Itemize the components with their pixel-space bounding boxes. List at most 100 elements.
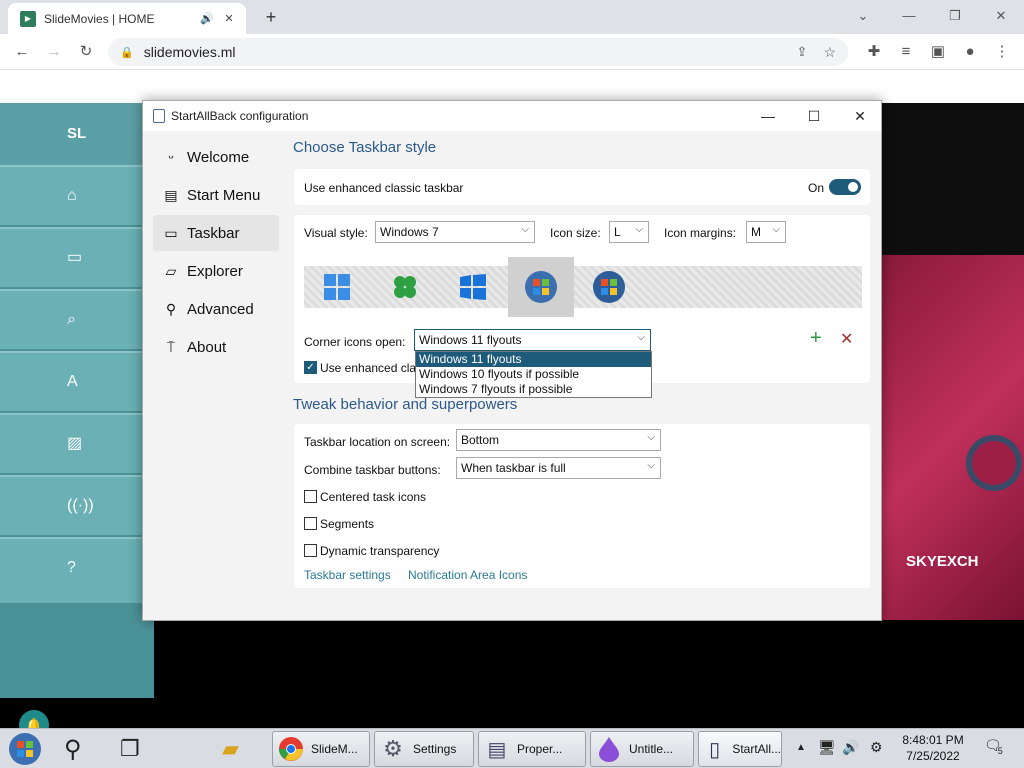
network-icon[interactable]: 🖥 [818, 739, 836, 756]
location-select[interactable]: Bottom ⌵ [456, 429, 661, 451]
task-view-icon[interactable]: ❐ [120, 731, 160, 767]
start-button[interactable] [8, 731, 48, 767]
corner-icons-select[interactable]: Windows 11 flyouts ⌵ [414, 329, 651, 351]
notification-center-icon[interactable]: 🗨5 [984, 737, 1007, 756]
icon-size-label: Icon size: [550, 226, 601, 240]
smile-icon: ᵕ [168, 149, 174, 165]
close-browser-button[interactable]: ✕ [990, 6, 1012, 26]
style-preview-strip [304, 257, 862, 317]
forward-icon[interactable]: → [44, 42, 64, 62]
dialog-title: StartAllBack configuration [171, 109, 309, 123]
dialog-maximize-button[interactable]: ☐ [791, 101, 837, 131]
settings-tray-icon[interactable]: ⚙ [870, 739, 883, 756]
new-tab-button[interactable]: + [260, 6, 282, 28]
startallback-button-label: StartAll... [732, 742, 781, 756]
transparency-label: Dynamic transparency [320, 544, 440, 558]
site-nav-home[interactable]: ⌂ [0, 165, 154, 225]
visual-style-select[interactable]: Windows 7 ⌵ [375, 221, 535, 243]
settings-button-label: Settings [413, 742, 457, 756]
reload-icon[interactable]: ↻ [76, 42, 96, 62]
file-explorer-icon[interactable]: ▰ [222, 731, 262, 767]
segments-checkbox[interactable] [304, 517, 317, 530]
notification-icons-link[interactable]: Notification Area Icons [408, 568, 527, 582]
tray-overflow-icon[interactable]: ▲ [796, 742, 806, 753]
option-windows7[interactable]: Windows 7 flyouts if possible [416, 382, 651, 397]
site-nav-search[interactable]: ⌕ [0, 289, 154, 349]
windows11-style-icon[interactable] [304, 257, 370, 317]
app-icon [153, 109, 165, 123]
video-frame[interactable]: SKYEXCH [882, 103, 1024, 620]
chevron-down-icon: ⌵ [772, 224, 780, 235]
taskbar-properties-button[interactable]: ▤ Proper... [478, 731, 586, 767]
close-tab-icon[interactable]: ✕ [220, 12, 238, 25]
nav-start-menu[interactable]: ▤ Start Menu [153, 177, 279, 213]
nav-taskbar[interactable]: ▭ Taskbar [153, 215, 279, 251]
option-windows11[interactable]: Windows 11 flyouts [416, 352, 651, 367]
enhanced-taskbar-label: Use enhanced classic taskbar [304, 181, 464, 195]
video-topbar [882, 103, 1024, 255]
site-nav-tv[interactable]: ▭ [0, 227, 154, 287]
volume-icon[interactable]: 🔊 [842, 739, 859, 756]
minimize-browser-button[interactable]: — [898, 6, 920, 26]
combine-select[interactable]: When taskbar is full ⌵ [456, 457, 661, 479]
remove-icon[interactable]: ✕ [840, 329, 853, 349]
bookmark-star-icon[interactable]: ☆ [823, 44, 836, 61]
tab-title: SlideMovies | HOME [44, 11, 155, 26]
site-nav-help[interactable]: ? [0, 537, 154, 603]
menu-icon[interactable]: ⋮ [992, 42, 1012, 62]
back-icon[interactable]: ← [12, 42, 32, 62]
dialog-close-button[interactable]: ✕ [837, 101, 883, 131]
tab-search-icon[interactable]: ⌄ [852, 6, 874, 26]
enhanced-class-label: Use enhanced clas [320, 361, 423, 375]
windows-taskbar: ⚲ ❐ ▰ SlideM... ⚙ Settings ▤ Proper... Unt… [0, 728, 1024, 768]
clover-style-icon[interactable] [372, 257, 438, 317]
site-nav-a[interactable]: A [0, 351, 154, 411]
media-icon[interactable]: ≡ [896, 42, 916, 62]
video-brand: SKYEXCH [906, 553, 979, 570]
monitor-icon: ▭ [67, 249, 83, 266]
nav-advanced-label: Advanced [187, 300, 254, 318]
chevron-down-icon: ⌵ [647, 432, 655, 443]
transparency-checkbox[interactable] [304, 544, 317, 557]
centered-icons-label: Centered task icons [320, 490, 427, 504]
restore-browser-button[interactable]: ❐ [944, 6, 966, 26]
audio-icon[interactable]: 🔊 [198, 12, 216, 25]
taskbar-paint-button[interactable]: Untitle... [590, 731, 694, 767]
toggle-state-label: On [808, 181, 825, 195]
address-bar[interactable]: 🔒 slidemovies.ml ⇪ ☆ [108, 38, 848, 66]
chrome-button-label: SlideM... [311, 742, 358, 756]
windows10-style-icon[interactable] [440, 257, 506, 317]
icon-margins-select[interactable]: M ⌵ [746, 221, 786, 243]
windows7-style-icon[interactable] [508, 257, 574, 317]
share-icon[interactable]: ⇪ [797, 44, 808, 60]
add-icon[interactable]: + [810, 327, 822, 350]
extensions-icon[interactable]: ✚ [864, 42, 884, 62]
profile-icon[interactable]: ● [960, 42, 980, 62]
corner-icons-dropdown[interactable]: Windows 11 flyouts Windows 10 flyouts if… [415, 351, 652, 398]
centered-icons-checkbox[interactable] [304, 490, 317, 503]
combine-label: Combine taskbar buttons: [304, 463, 441, 477]
taskbar-settings-button[interactable]: ⚙ Settings [374, 731, 474, 767]
nav-advanced[interactable]: ⚲ Advanced [153, 291, 279, 327]
browser-tab[interactable]: ▶ SlideMovies | HOME 🔊 ✕ [8, 3, 246, 34]
site-nav-live[interactable]: ((·)) [0, 475, 154, 535]
dialog-minimize-button[interactable]: — [745, 101, 791, 131]
icon-size-select[interactable]: L ⌵ [609, 221, 649, 243]
site-nav-photo[interactable]: ▨ [0, 413, 154, 473]
search-icon: ⌕ [67, 311, 76, 328]
nav-about[interactable]: ⍑ About [153, 329, 279, 365]
letter-a-label: A [67, 373, 78, 390]
option-windows10[interactable]: Windows 10 flyouts if possible [416, 367, 651, 382]
taskbar-settings-link[interactable]: Taskbar settings [304, 568, 391, 582]
taskbar-chrome-button[interactable]: SlideM... [272, 731, 370, 767]
nav-welcome[interactable]: ᵕ Welcome [153, 139, 279, 175]
search-icon[interactable]: ⚲ [64, 731, 104, 767]
page-header [0, 70, 1024, 103]
nav-explorer[interactable]: ▱ Explorer [153, 253, 279, 289]
enhanced-class-checkbox[interactable]: ✓ [304, 361, 317, 374]
taskbar-startallback-button[interactable]: ▯ StartAll... [698, 731, 782, 767]
clock[interactable]: 8:48:01 PM 7/25/2022 [900, 732, 966, 764]
vista-style-icon[interactable] [576, 257, 642, 317]
enhanced-taskbar-toggle[interactable] [829, 179, 861, 195]
side-panel-icon[interactable]: ▣ [928, 42, 948, 62]
